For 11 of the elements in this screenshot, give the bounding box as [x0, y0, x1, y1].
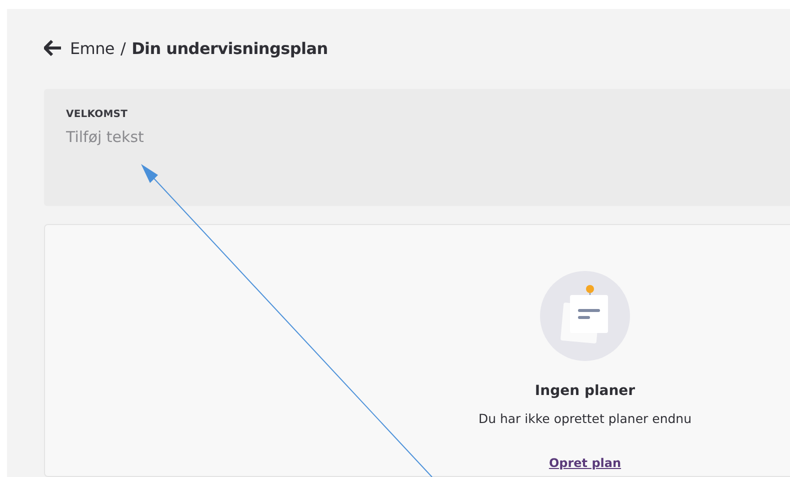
notes-illustration-icon: [540, 271, 630, 361]
back-button[interactable]: [44, 39, 64, 57]
page-title: Din undervisningsplan: [132, 38, 328, 58]
breadcrumb-link[interactable]: Emne: [70, 38, 114, 58]
back-arrow-icon: [44, 40, 62, 56]
breadcrumb-separator: /: [120, 38, 126, 58]
empty-state-message: Du har ikke oprettet planer endnu: [478, 411, 692, 426]
section-label: VELKOMST: [66, 109, 129, 120]
create-plan-link[interactable]: Opret plan: [548, 456, 622, 470]
welcome-text-field[interactable]: Tilføj tekst: [66, 128, 366, 146]
empty-state-title: Ingen planer: [534, 383, 636, 399]
